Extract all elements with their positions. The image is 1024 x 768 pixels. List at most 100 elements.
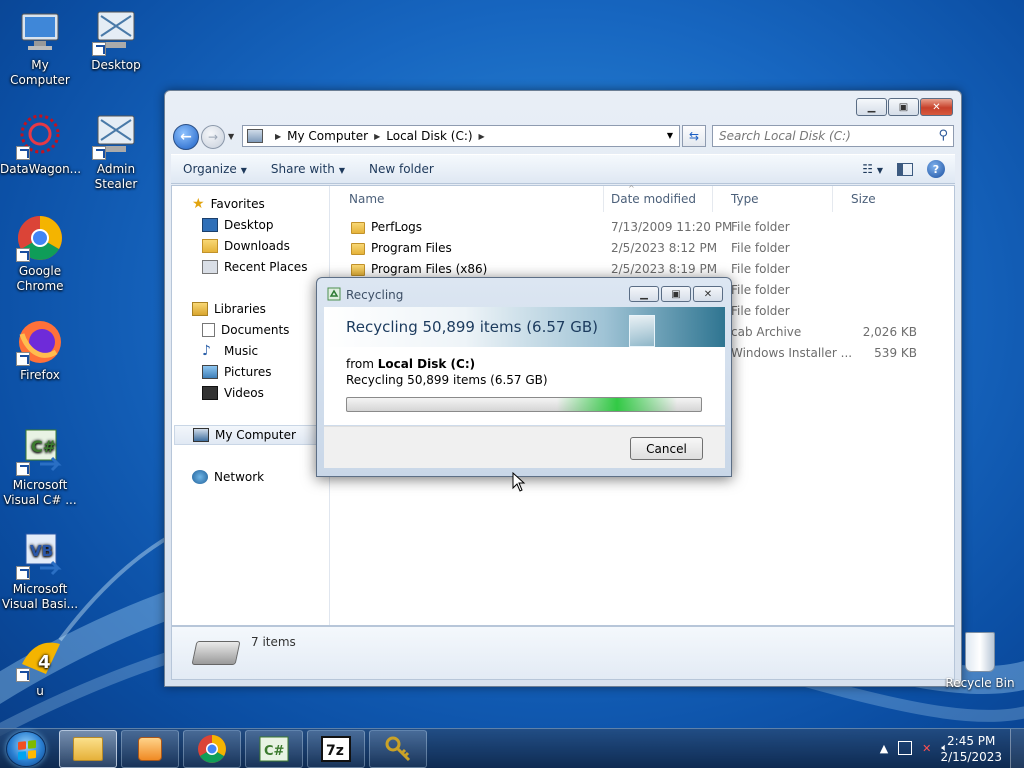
table-row[interactable]: PerfLogs 7/13/2009 11:20 PM File folder	[331, 217, 954, 238]
u-app-icon: 4	[16, 634, 64, 682]
shortcut-arrow-icon	[16, 146, 30, 160]
nav-music[interactable]: ♪ Music	[202, 341, 258, 361]
file-name: Program Files (x86)	[371, 262, 488, 276]
file-type: File folder	[731, 283, 790, 297]
view-controls: ☷ ▼ ?	[862, 160, 945, 178]
file-type: File folder	[731, 262, 790, 276]
nav-pictures[interactable]: Pictures	[202, 362, 272, 382]
column-header-date[interactable]: Date modified	[593, 186, 713, 212]
from-label: from	[346, 357, 374, 371]
window-controls: ▁ ▣ ✕	[856, 98, 953, 116]
breadcrumb-local-disk[interactable]: Local Disk (C:)	[386, 129, 472, 143]
desktop-icon-label: My Computer	[10, 58, 70, 87]
documents-icon	[202, 323, 215, 337]
taskbar-visual-csharp[interactable]: C#	[245, 730, 303, 768]
minimize-button[interactable]: ▁	[856, 98, 887, 116]
dialog-maximize-button[interactable]: ▣	[661, 286, 691, 302]
close-button[interactable]: ✕	[920, 98, 953, 116]
desktop-icon-recycle-bin[interactable]: Recycle Bin	[940, 632, 1020, 690]
maximize-button[interactable]: ▣	[888, 98, 919, 116]
column-header-type[interactable]: Type	[713, 186, 833, 212]
back-button[interactable]: ←	[173, 124, 199, 150]
nav-downloads[interactable]: Downloads	[202, 236, 290, 256]
show-desktop-button[interactable]	[1010, 729, 1024, 768]
dialog-headline: Recycling 50,899 items (6.57 GB)	[346, 318, 598, 336]
nav-libraries[interactable]: Libraries	[192, 299, 266, 319]
recent-places-icon	[202, 260, 218, 274]
address-bar[interactable]: ▶ My Computer ▶ Local Disk (C:) ▶ ▼	[242, 125, 680, 147]
search-icon[interactable]: ⚲	[938, 128, 948, 143]
taskbar-explorer[interactable]	[59, 730, 117, 768]
visual-basic-icon: VB	[16, 532, 64, 580]
organize-button[interactable]: Organize ▼	[171, 162, 259, 176]
show-hidden-icons-icon[interactable]: ▲	[880, 742, 888, 755]
network-disconnected-icon[interactable]: ✕	[922, 742, 931, 755]
nav-documents[interactable]: Documents	[202, 320, 289, 340]
nav-desktop[interactable]: Desktop	[202, 215, 274, 235]
share-with-button[interactable]: Share with ▼	[259, 162, 357, 176]
desktop-icon-visual-basic[interactable]: VB Microsoft Visual Basi...	[0, 532, 80, 612]
mouse-cursor-icon	[512, 472, 526, 492]
desktop-icon-datawagon[interactable]: DataWagon...	[0, 112, 82, 177]
breadcrumb-separator-icon[interactable]: ▶	[374, 132, 380, 141]
desktop-icon	[202, 218, 218, 232]
breadcrumb-separator-icon[interactable]: ▶	[275, 132, 281, 141]
nav-label: Music	[224, 344, 259, 358]
navigation-bar: ← → ▼ ▶ My Computer ▶ Local Disk (C:) ▶ …	[173, 124, 954, 150]
column-header-name[interactable]: Name	[331, 186, 604, 212]
nav-favorites[interactable]: ★ Favorites	[192, 194, 265, 214]
refresh-button[interactable]: ⇆	[682, 125, 706, 147]
folder-icon	[351, 243, 365, 255]
breadcrumb-my-computer[interactable]: My Computer	[287, 129, 368, 143]
nav-videos[interactable]: Videos	[202, 383, 264, 403]
details-pane: 7 items	[171, 626, 955, 680]
recent-pages-dropdown-icon[interactable]: ▼	[228, 132, 234, 141]
dialog-subline: Recycling 50,899 items (6.57 GB)	[346, 373, 548, 387]
computer-icon	[193, 428, 209, 442]
dialog-minimize-button[interactable]: ▁	[629, 286, 659, 302]
videos-icon	[202, 386, 218, 400]
dialog-close-button[interactable]: ✕	[693, 286, 723, 302]
nav-recent-places[interactable]: Recent Places	[202, 257, 307, 277]
start-button[interactable]	[6, 731, 46, 767]
shortcut-arrow-icon	[16, 668, 30, 682]
search-input[interactable]: Search Local Disk (C:) ⚲	[712, 125, 954, 147]
preview-pane-button[interactable]	[897, 162, 913, 176]
address-dropdown-icon[interactable]: ▼	[667, 131, 673, 140]
search-placeholder: Search Local Disk (C:)	[719, 129, 851, 143]
desktop-icon-chrome[interactable]: Google Chrome	[0, 214, 80, 294]
nav-my-computer[interactable]: My Computer	[174, 425, 328, 445]
nav-network[interactable]: Network	[192, 467, 264, 487]
taskbar-clock[interactable]: 2:45 PM 2/15/2023	[940, 733, 1002, 765]
column-header-size[interactable]: Size	[833, 186, 909, 212]
change-view-button[interactable]: ☷ ▼	[862, 162, 883, 176]
from-location: Local Disk (C:)	[377, 357, 476, 371]
action-center-icon[interactable]	[898, 741, 913, 755]
recycling-dialog[interactable]: Recycling ▁ ▣ ✕ Recycling 50,899 items (…	[316, 277, 732, 477]
desktop-icon-my-computer[interactable]: My Computer	[0, 8, 80, 88]
chrome-icon	[16, 214, 64, 262]
desktop-icon-visual-csharp[interactable]: C# Microsoft Visual C# ...	[0, 428, 80, 508]
taskbar-chrome[interactable]	[183, 730, 241, 768]
forward-button[interactable]: →	[201, 125, 225, 149]
cancel-button[interactable]: Cancel	[630, 437, 703, 460]
taskbar-media-player[interactable]	[121, 730, 179, 768]
desktop-icon-label: DataWagon...	[0, 162, 82, 176]
desktop-icon-label: Microsoft Visual C# ...	[3, 478, 77, 507]
new-folder-button[interactable]: New folder	[357, 162, 446, 176]
desktop-icon-firefox[interactable]: Firefox	[0, 318, 80, 383]
desktop-icon-label: Firefox	[20, 368, 60, 382]
taskbar-7zip[interactable]: 7z	[307, 730, 365, 768]
chevron-down-icon: ▼	[240, 166, 247, 175]
taskbar-keys-app[interactable]	[369, 730, 427, 768]
table-row[interactable]: Program Files 2/5/2023 8:12 PM File fold…	[331, 238, 954, 259]
dialog-window-controls: ▁ ▣ ✕	[629, 286, 723, 302]
visual-csharp-icon: C#	[259, 736, 289, 762]
file-date: 2/5/2023 8:12 PM	[611, 241, 718, 255]
desktop-icon-admin-stealer[interactable]: Admin Stealer	[76, 112, 156, 192]
desktop-icon-desktop[interactable]: Desktop	[76, 8, 156, 73]
breadcrumb-separator-icon[interactable]: ▶	[479, 132, 485, 141]
desktop-icon-u[interactable]: 4 u	[0, 634, 80, 699]
help-button[interactable]: ?	[927, 160, 945, 178]
nav-label: Documents	[221, 323, 290, 337]
